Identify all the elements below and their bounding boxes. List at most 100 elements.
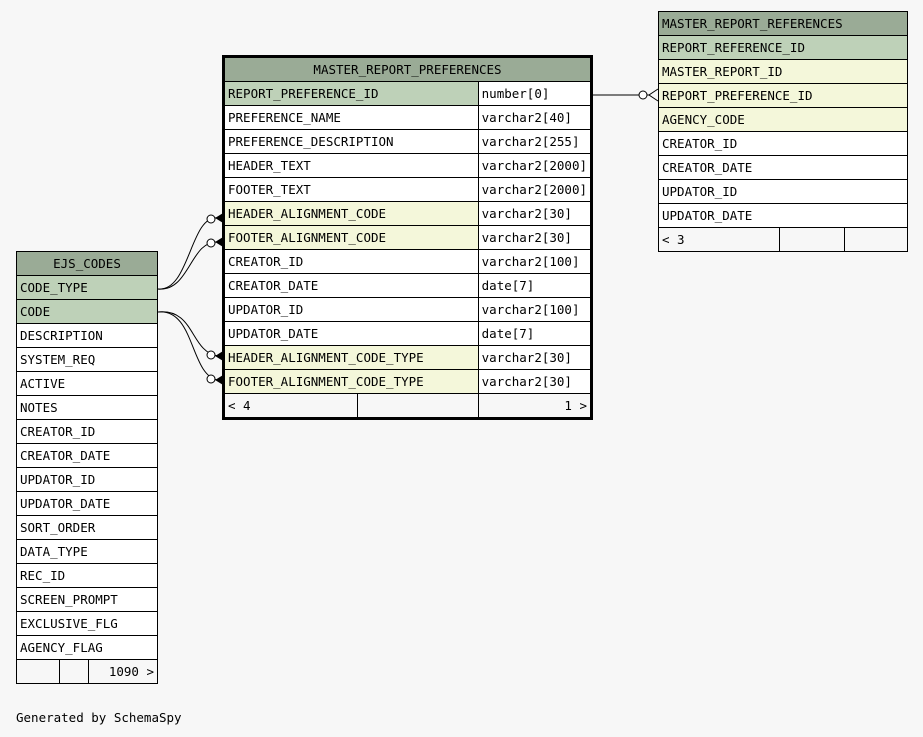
column-row[interactable]: UPDATOR_DATE [16, 491, 158, 516]
column-name: REPORT_PREFERENCE_ID [224, 81, 479, 106]
column-type: number[0] [477, 81, 592, 106]
column-name: PREFERENCE_DESCRIPTION [224, 129, 479, 154]
column-row[interactable]: UPDATOR_ID [658, 179, 908, 204]
column-type: varchar2[30] [477, 201, 592, 226]
column-type: varchar2[2000] [477, 153, 592, 178]
column-row[interactable]: UPDATOR_ID [16, 467, 158, 492]
column-row[interactable]: CREATOR_ID [658, 131, 908, 156]
relationship-end-circle [206, 238, 216, 248]
column-type: varchar2[30] [477, 345, 592, 370]
column-name: UPDATOR_ID [658, 179, 908, 204]
column-type: varchar2[100] [477, 249, 592, 274]
column-name: REPORT_REFERENCE_ID [658, 35, 908, 60]
column-row[interactable]: CREATOR_DATE date[7] [224, 273, 592, 298]
column-type: varchar2[40] [477, 105, 592, 130]
column-row[interactable]: REPORT_REFERENCE_ID [658, 35, 908, 60]
table-title[interactable]: MASTER_REPORT_PREFERENCES [224, 57, 591, 82]
column-name: HEADER_ALIGNMENT_CODE [224, 201, 479, 226]
relationship-end-circle [638, 90, 648, 100]
column-name: SCREEN_PROMPT [16, 587, 158, 612]
column-name: MASTER_REPORT_ID [658, 59, 908, 84]
column-row[interactable]: CREATOR_DATE [658, 155, 908, 180]
column-row[interactable]: PREFERENCE_NAME varchar2[40] [224, 105, 592, 130]
column-row[interactable]: CREATOR_ID [16, 419, 158, 444]
column-name: UPDATOR_ID [16, 467, 158, 492]
ejs-codes-table[interactable]: EJS_CODES CODE_TYPE CODE DESCRIPTION SYSTEM… [16, 251, 158, 684]
column-row[interactable]: CODE [16, 299, 158, 324]
column-row[interactable]: CREATOR_ID varchar2[100] [224, 249, 592, 274]
column-row[interactable]: DATA_TYPE [16, 539, 158, 564]
column-name: REPORT_PREFERENCE_ID [658, 83, 908, 108]
master-report-preferences-table[interactable]: MASTER_REPORT_PREFERENCES REPORT_PREFERE… [222, 55, 593, 420]
column-name: REC_ID [16, 563, 158, 588]
column-row[interactable]: CREATOR_DATE [16, 443, 158, 468]
column-row[interactable]: REC_ID [16, 563, 158, 588]
table-title[interactable]: EJS_CODES [16, 251, 158, 276]
column-row[interactable]: FOOTER_ALIGNMENT_CODE_TYPE varchar2[30] [224, 369, 592, 394]
column-row[interactable]: SCREEN_PROMPT [16, 587, 158, 612]
footer-cell [844, 227, 908, 252]
table-title[interactable]: MASTER_REPORT_REFERENCES [658, 11, 908, 36]
column-row[interactable]: PREFERENCE_DESCRIPTION varchar2[255] [224, 129, 592, 154]
column-row[interactable]: FOOTER_TEXT varchar2[2000] [224, 177, 592, 202]
column-type: varchar2[30] [477, 369, 592, 394]
column-row[interactable]: EXCLUSIVE_FLG [16, 611, 158, 636]
parent-count: < 4 [223, 393, 359, 418]
footer-cell [16, 659, 60, 684]
column-row[interactable]: REPORT_PREFERENCE_ID [658, 83, 908, 108]
column-name: UPDATOR_DATE [224, 321, 479, 346]
column-type: date[7] [477, 273, 592, 298]
generated-by-caption: Generated by SchemaSpy [16, 710, 182, 725]
column-type: varchar2[2000] [477, 177, 592, 202]
column-row[interactable]: ACTIVE [16, 371, 158, 396]
column-row[interactable]: MASTER_REPORT_ID [658, 59, 908, 84]
column-name: CODE_TYPE [16, 275, 158, 300]
footer-cell [59, 659, 89, 684]
column-name: FOOTER_ALIGNMENT_CODE [224, 225, 479, 250]
column-row[interactable]: AGENCY_CODE [658, 107, 908, 132]
column-row[interactable]: HEADER_ALIGNMENT_CODE varchar2[30] [224, 201, 592, 226]
column-type: varchar2[100] [477, 297, 592, 322]
column-name: AGENCY_FLAG [16, 635, 158, 660]
column-name: HEADER_ALIGNMENT_CODE_TYPE [224, 345, 479, 370]
column-name: AGENCY_CODE [658, 107, 908, 132]
column-name: NOTES [16, 395, 158, 420]
column-row[interactable]: SYSTEM_REQ [16, 347, 158, 372]
column-row[interactable]: NOTES [16, 395, 158, 420]
column-name: PREFERENCE_NAME [224, 105, 479, 130]
column-row[interactable]: AGENCY_FLAG [16, 635, 158, 660]
column-name: UPDATOR_DATE [16, 491, 158, 516]
crow-foot [215, 350, 225, 362]
column-name: CREATOR_DATE [16, 443, 158, 468]
column-row[interactable]: FOOTER_ALIGNMENT_CODE varchar2[30] [224, 225, 592, 250]
crow-foot [215, 236, 225, 248]
column-row[interactable]: CODE_TYPE [16, 275, 158, 300]
column-name: CREATOR_DATE [224, 273, 479, 298]
column-name: CREATOR_ID [224, 249, 479, 274]
master-report-references-table[interactable]: MASTER_REPORT_REFERENCES REPORT_REFERENC… [658, 11, 908, 252]
column-name: SYSTEM_REQ [16, 347, 158, 372]
column-name: UPDATOR_DATE [658, 203, 908, 228]
column-name: HEADER_TEXT [224, 153, 479, 178]
column-row[interactable]: UPDATOR_DATE [658, 203, 908, 228]
column-name: CODE [16, 299, 158, 324]
column-name: CREATOR_ID [658, 131, 908, 156]
column-row[interactable]: UPDATOR_DATE date[7] [224, 321, 592, 346]
crow-foot [648, 88, 659, 102]
column-name: SORT_ORDER [16, 515, 158, 540]
relationship-line [157, 311, 219, 381]
column-name: FOOTER_ALIGNMENT_CODE_TYPE [224, 369, 479, 394]
column-type: varchar2[30] [477, 225, 592, 250]
relationship-end-circle [206, 350, 216, 360]
column-row[interactable]: UPDATOR_ID varchar2[100] [224, 297, 592, 322]
column-row[interactable]: HEADER_TEXT varchar2[2000] [224, 153, 592, 178]
relationship-line [157, 241, 219, 290]
relationship-line [157, 217, 219, 290]
crow-foot [215, 212, 225, 224]
column-row[interactable]: DESCRIPTION [16, 323, 158, 348]
column-row[interactable]: SORT_ORDER [16, 515, 158, 540]
child-count: 1 > [477, 393, 592, 418]
column-type: date[7] [477, 321, 592, 346]
column-row[interactable]: REPORT_PREFERENCE_ID number[0] [224, 81, 592, 106]
column-row[interactable]: HEADER_ALIGNMENT_CODE_TYPE varchar2[30] [224, 345, 592, 370]
